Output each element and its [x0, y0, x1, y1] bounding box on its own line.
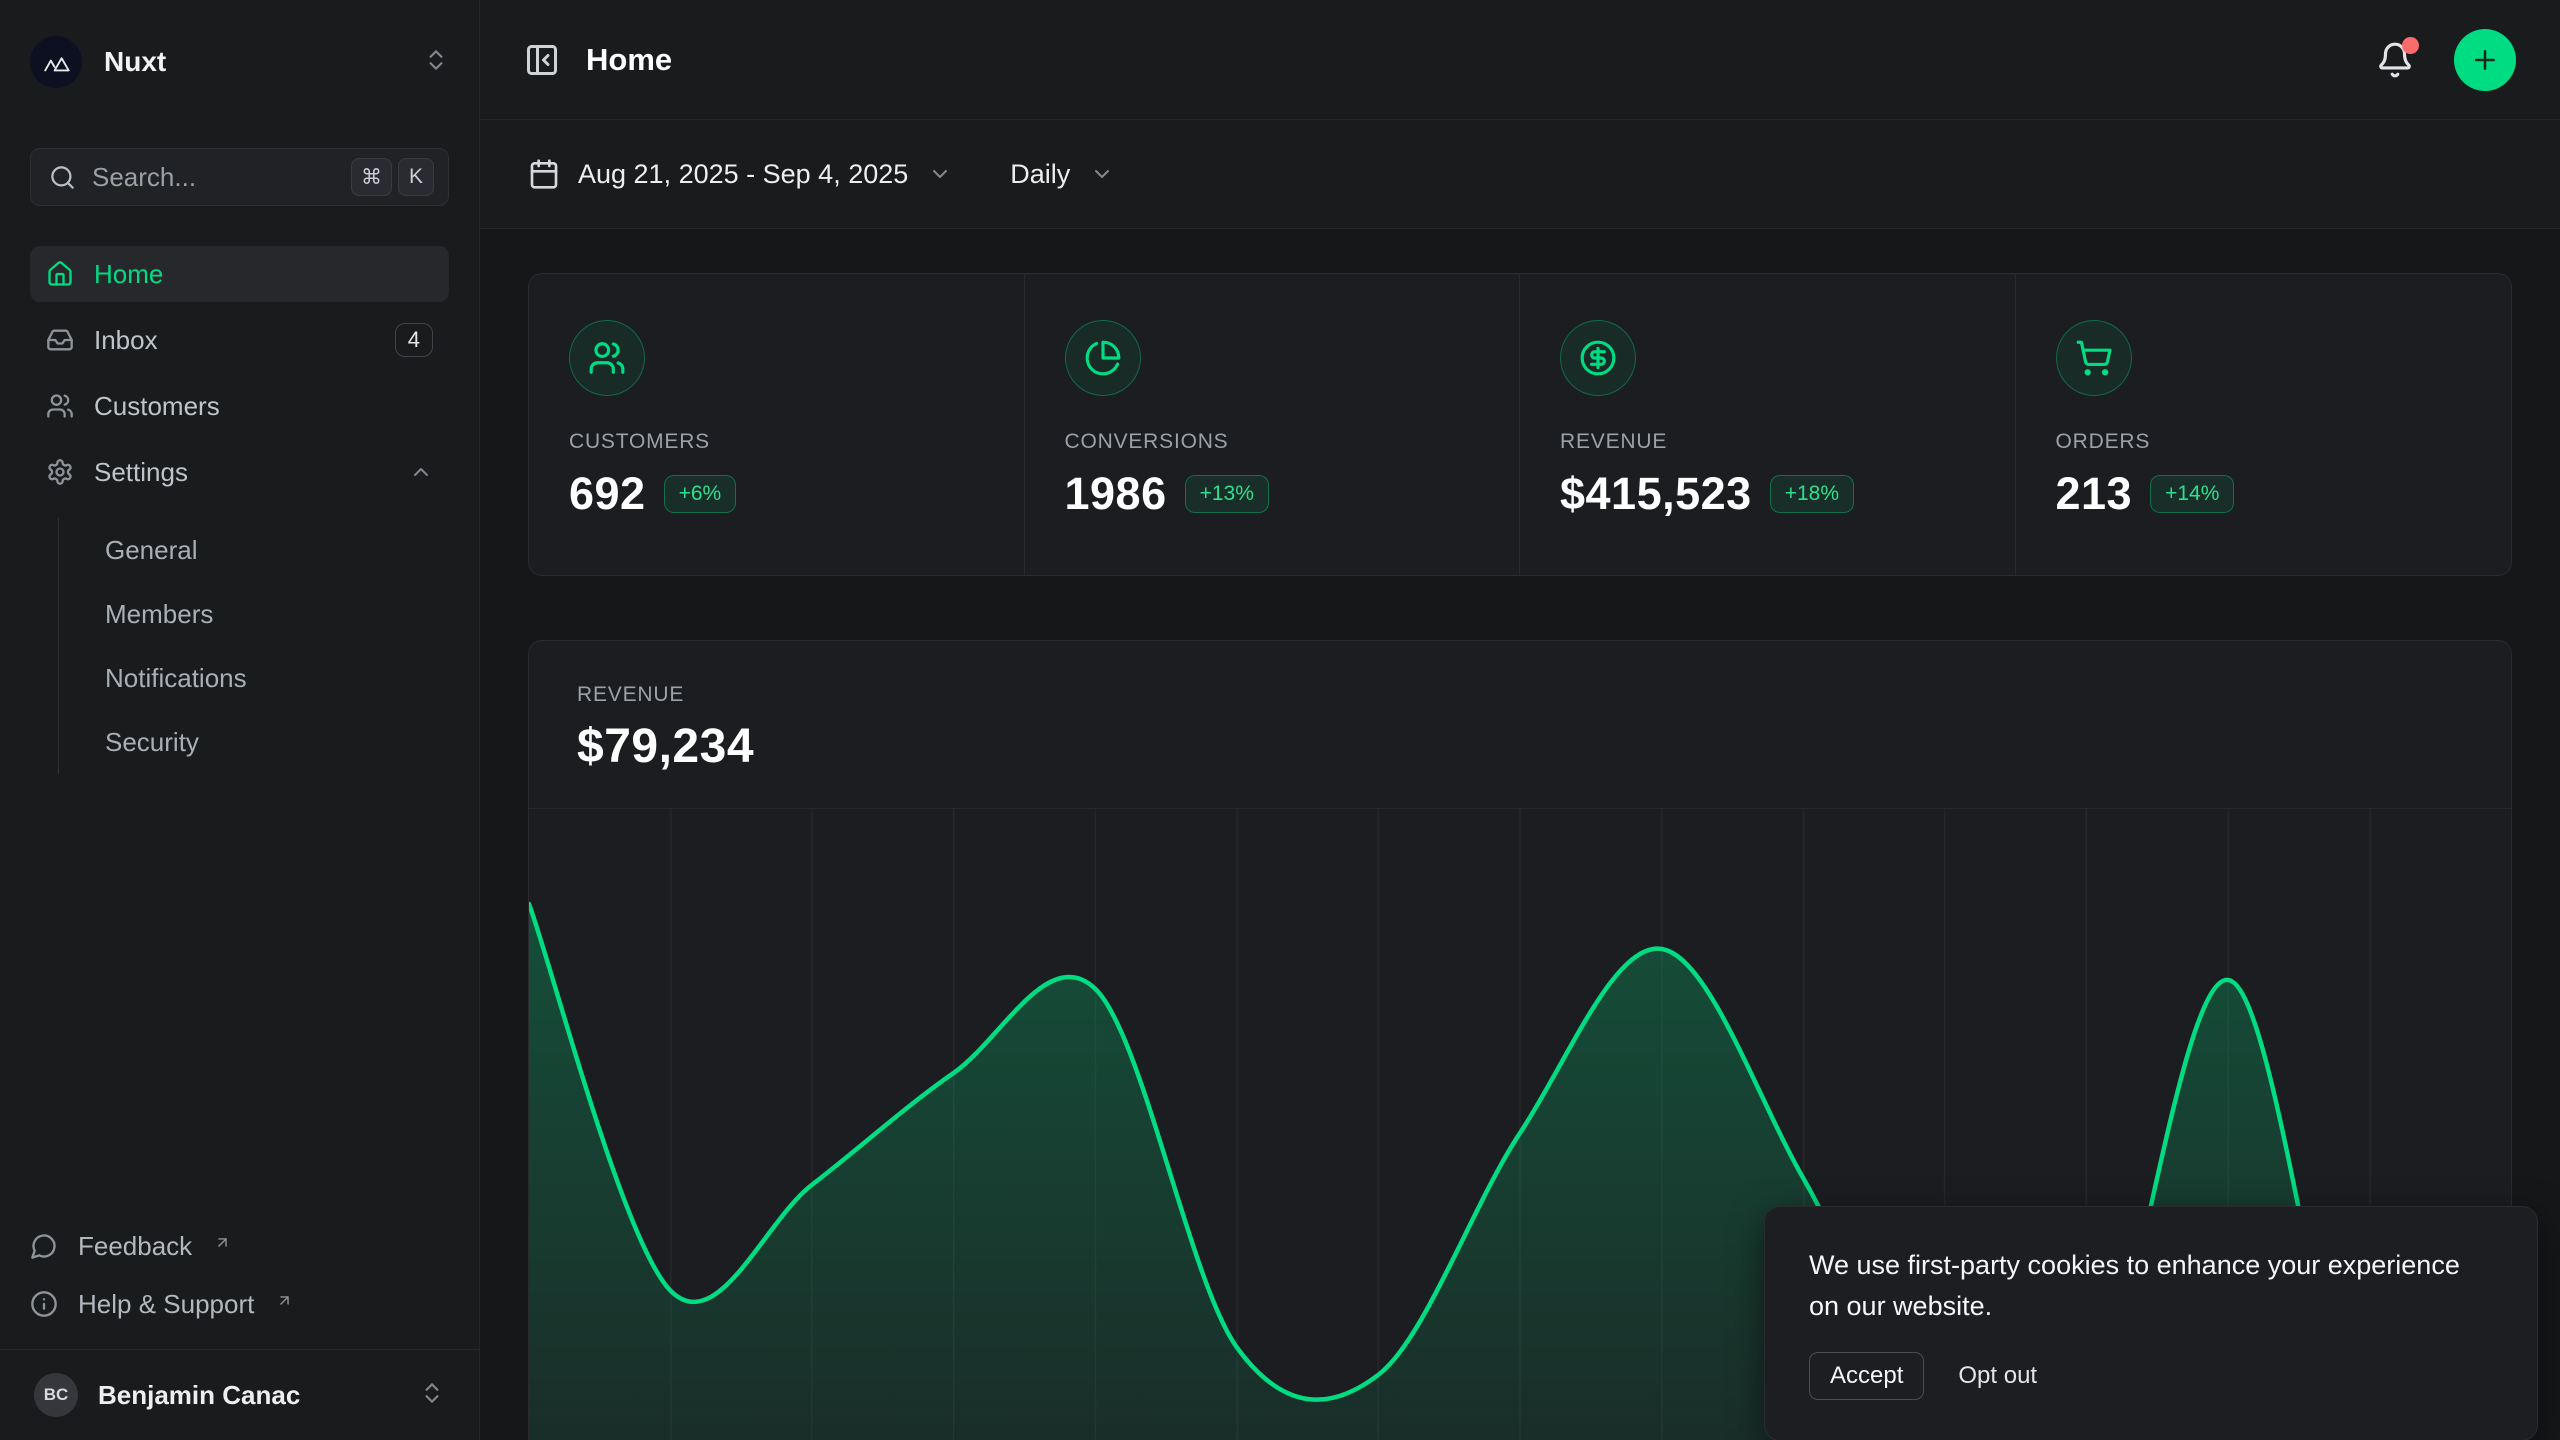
cookie-accept-button[interactable]: Accept: [1809, 1352, 1924, 1400]
stat-label: Customers: [569, 430, 984, 454]
stat-delta-badge: +6%: [664, 475, 737, 513]
cookie-message: We use first-party cookies to enhance yo…: [1809, 1245, 2493, 1326]
stat-delta-badge: +13%: [1185, 475, 1269, 513]
sidebar-item-help-support[interactable]: Help & Support: [30, 1275, 449, 1333]
revenue-chart-total: $79,234: [577, 719, 2463, 774]
users-icon: [46, 392, 74, 420]
notification-dot: [2402, 37, 2419, 54]
stat-conversions[interactable]: Conversions 1986 +13%: [1025, 274, 1521, 575]
user-name: Benjamin Canac: [98, 1380, 399, 1411]
notifications-button[interactable]: [2376, 41, 2414, 79]
sidebar-item-label: Inbox: [94, 325, 158, 356]
inbox-icon: [46, 326, 74, 354]
sidebar-collapse-icon[interactable]: [524, 42, 560, 78]
shopping-cart-icon: [2056, 320, 2132, 396]
stat-revenue[interactable]: Revenue $415,523 +18%: [1520, 274, 2016, 575]
workspace-name: Nuxt: [104, 46, 401, 78]
workspace-switcher[interactable]: Nuxt: [30, 34, 449, 90]
settings-sub-list: General Members Notifications Security: [58, 518, 449, 774]
chevron-up-icon: [409, 460, 433, 484]
kbd-k: K: [398, 158, 434, 196]
sidebar-item-settings[interactable]: Settings: [30, 444, 449, 500]
info-circle-icon: [30, 1290, 58, 1318]
stat-value: 1986: [1065, 468, 1167, 520]
search-placeholder: Search...: [92, 162, 329, 193]
calendar-icon: [528, 158, 560, 190]
sidebar-item-members[interactable]: Members: [105, 582, 449, 646]
sidebar-nav: Home Inbox 4 Customers Setting: [30, 246, 449, 774]
sidebar-item-inbox[interactable]: Inbox 4: [30, 312, 449, 368]
search-icon: [49, 164, 76, 191]
chevron-down-icon: [928, 162, 952, 186]
circle-dollar-icon: [1560, 320, 1636, 396]
top-bar: Home: [480, 0, 2560, 120]
stat-label: Conversions: [1065, 430, 1480, 454]
sidebar: Nuxt Search... ⌘ K Home: [0, 0, 480, 1440]
sidebar-item-label: Home: [94, 259, 163, 290]
kbd-meta: ⌘: [351, 158, 392, 196]
sidebar-item-feedback[interactable]: Feedback: [30, 1217, 449, 1275]
sidebar-item-label: Customers: [94, 391, 220, 422]
home-icon: [46, 260, 74, 288]
stat-value: $415,523: [1560, 468, 1752, 520]
stat-label: Revenue: [1560, 430, 1975, 454]
cookie-optout-button[interactable]: Opt out: [1958, 1362, 2037, 1390]
sidebar-item-home[interactable]: Home: [30, 246, 449, 302]
chevrons-up-down-icon: [419, 1380, 445, 1411]
external-link-icon: [214, 1227, 231, 1258]
date-range-picker[interactable]: Aug 21, 2025 - Sep 4, 2025: [578, 159, 908, 190]
stat-orders[interactable]: Orders 213 +14%: [2016, 274, 2512, 575]
stat-value: 213: [2056, 468, 2133, 520]
stat-label: Orders: [2056, 430, 2472, 454]
page-title: Home: [586, 42, 672, 78]
message-bubble-icon: [30, 1232, 58, 1260]
chevron-down-icon: [1090, 162, 1114, 186]
granularity-select[interactable]: Daily: [1010, 159, 1070, 190]
inbox-count-badge: 4: [395, 323, 433, 357]
sidebar-item-customers[interactable]: Customers: [30, 378, 449, 434]
add-button[interactable]: [2454, 29, 2516, 91]
nuxt-logo-icon: [30, 36, 82, 88]
stat-customers[interactable]: Customers 692 +6%: [529, 274, 1025, 575]
user-avatar: BC: [34, 1373, 78, 1417]
chevrons-up-down-icon: [423, 47, 449, 78]
stats-card: Customers 692 +6% Conversions 1986 +13%: [528, 273, 2512, 576]
stat-value: 692: [569, 468, 646, 520]
gear-icon: [46, 458, 74, 486]
revenue-chart-label: Revenue: [577, 683, 2463, 707]
filter-toolbar: Aug 21, 2025 - Sep 4, 2025 Daily: [480, 120, 2560, 229]
sidebar-item-general[interactable]: General: [105, 518, 449, 582]
stat-delta-badge: +18%: [1770, 475, 1854, 513]
external-link-icon: [276, 1285, 293, 1316]
sidebar-item-security[interactable]: Security: [105, 710, 449, 774]
users-icon: [569, 320, 645, 396]
cookie-banner: We use first-party cookies to enhance yo…: [1764, 1206, 2538, 1440]
sidebar-item-label: Settings: [94, 457, 188, 488]
search-input[interactable]: Search... ⌘ K: [30, 148, 449, 206]
user-menu[interactable]: BC Benjamin Canac: [30, 1350, 449, 1440]
pie-chart-icon: [1065, 320, 1141, 396]
sidebar-item-notifications[interactable]: Notifications: [105, 646, 449, 710]
stat-delta-badge: +14%: [2150, 475, 2234, 513]
